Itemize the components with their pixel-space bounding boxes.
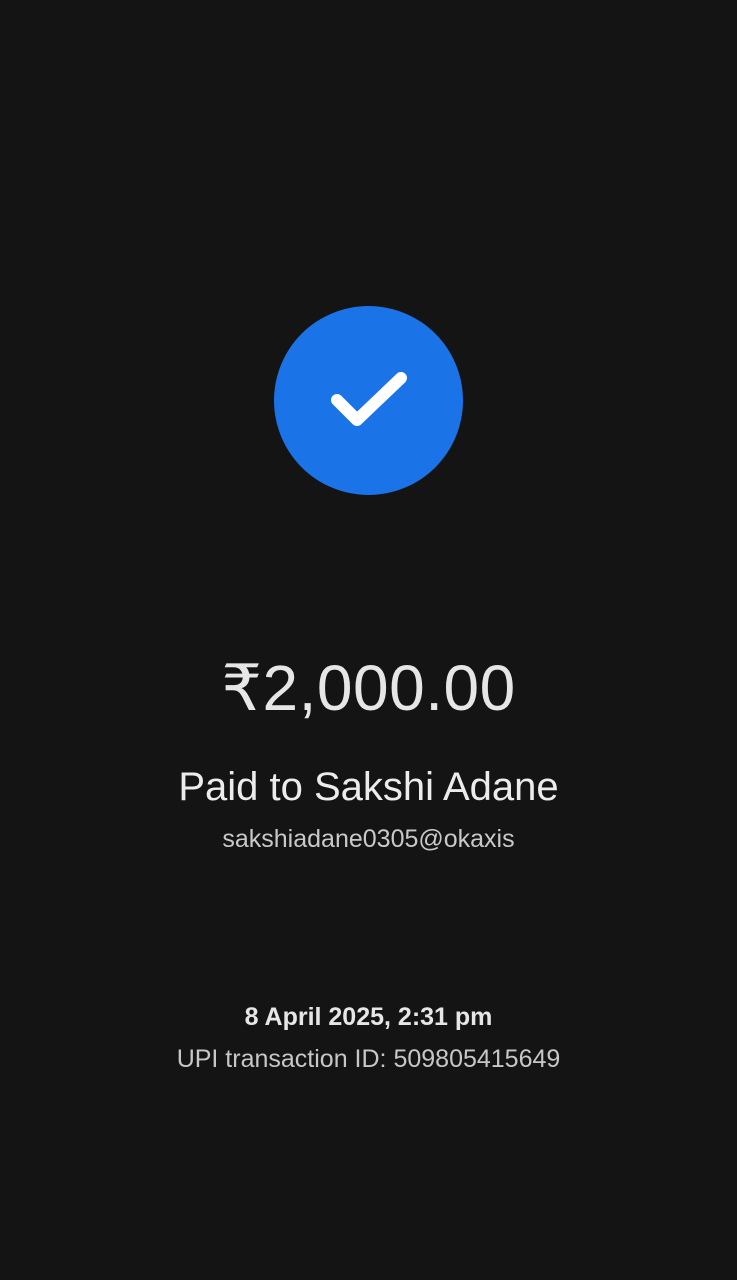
check-icon (330, 371, 407, 426)
payment-success-badge (274, 306, 463, 495)
payee-upi-id: sakshiadane0305@okaxis (222, 825, 515, 853)
transaction-datetime: 8 April 2025, 2:31 pm (244, 1003, 493, 1031)
payment-amount: ₹2,000.00 (221, 652, 516, 724)
transaction-id-row: UPI transaction ID: 509805415649 (0, 1042, 737, 1076)
transaction-id-label: UPI transaction ID: (176, 1045, 387, 1073)
paid-to-label: Paid to Sakshi Adane (178, 765, 559, 809)
transaction-id-value: 509805415649 (393, 1045, 561, 1073)
